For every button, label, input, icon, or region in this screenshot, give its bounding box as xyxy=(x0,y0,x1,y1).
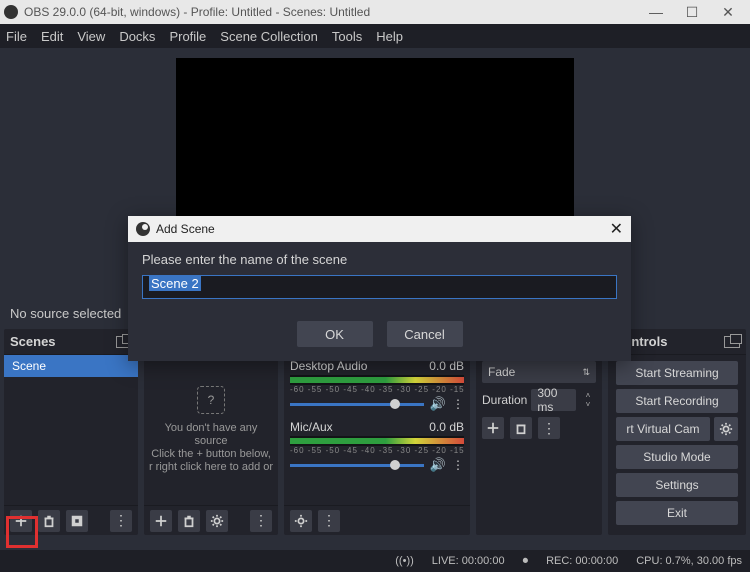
transition-more-button[interactable]: ⋮ xyxy=(538,417,560,439)
minimize-button[interactable]: — xyxy=(638,4,674,21)
maximize-button[interactable]: ☐ xyxy=(674,4,710,21)
gear-cog-icon xyxy=(294,514,308,528)
source-more-button[interactable]: ⋮ xyxy=(250,510,272,532)
menu-tools[interactable]: Tools xyxy=(332,29,362,44)
dialog-title: Add Scene xyxy=(156,222,215,236)
source-properties-button[interactable] xyxy=(206,510,228,532)
scenes-panel: Scenes Scene ⋮ xyxy=(4,329,138,535)
remove-source-button[interactable] xyxy=(178,510,200,532)
status-cpu: CPU: 0.7%, 30.00 fps xyxy=(636,555,742,567)
volume-slider[interactable] xyxy=(290,403,424,406)
sources-empty[interactable]: ? You don't have any source Click the + … xyxy=(144,355,278,505)
scene-item[interactable]: Scene xyxy=(4,355,138,377)
virtual-camera-button[interactable]: rt Virtual Cam xyxy=(616,417,710,441)
menu-edit[interactable]: Edit xyxy=(41,29,63,44)
add-transition-button[interactable] xyxy=(482,417,504,439)
scenes-title: Scenes xyxy=(10,334,56,349)
scene-more-button[interactable]: ⋮ xyxy=(110,510,132,532)
channel-more-button[interactable]: ⋮ xyxy=(452,397,464,411)
plus-icon xyxy=(154,514,168,528)
virtual-camera-settings-button[interactable] xyxy=(714,417,738,441)
question-icon: ? xyxy=(197,386,225,414)
add-source-button[interactable] xyxy=(150,510,172,532)
duration-input[interactable]: 300 ms xyxy=(531,389,576,411)
obs-logo-icon xyxy=(4,5,18,19)
speaker-icon[interactable]: 🔊 xyxy=(430,396,446,412)
channel-more-button[interactable]: ⋮ xyxy=(452,458,464,472)
start-recording-button[interactable]: Start Recording xyxy=(616,389,738,413)
audio-meter xyxy=(290,436,464,446)
mixer-more-button[interactable]: ⋮ xyxy=(318,510,340,532)
mixer-channel-mic: Mic/Aux0.0 dB -60 -55 -50 -45 -40 -35 -3… xyxy=(284,416,470,477)
remove-transition-button[interactable] xyxy=(510,417,532,439)
menubar: File Edit View Docks Profile Scene Colle… xyxy=(0,24,750,48)
window-controls: — ☐ ✕ xyxy=(638,4,746,21)
scene-filters-button[interactable] xyxy=(66,510,88,532)
cancel-button[interactable]: Cancel xyxy=(387,321,463,347)
chevron-updown-icon: ⇅ xyxy=(582,367,590,378)
scene-name-input[interactable]: Scene 2 xyxy=(142,275,617,299)
record-icon: ⏺ xyxy=(523,555,529,568)
menu-scene-collection[interactable]: Scene Collection xyxy=(220,29,318,44)
add-scene-button[interactable] xyxy=(10,510,32,532)
gear-icon xyxy=(719,422,733,436)
filters-icon xyxy=(70,514,84,528)
add-scene-dialog: Add Scene ✕ Please enter the name of the… xyxy=(128,216,631,361)
trash-icon xyxy=(182,514,196,528)
duration-spinner[interactable]: ˄˅ xyxy=(580,391,596,409)
plus-icon xyxy=(14,514,28,528)
remove-scene-button[interactable] xyxy=(38,510,60,532)
network-icon: ((•)) xyxy=(395,555,414,567)
titlebar: OBS 29.0.0 (64-bit, windows) - Profile: … xyxy=(0,0,750,24)
duration-label: Duration xyxy=(482,393,527,407)
menu-view[interactable]: View xyxy=(77,29,105,44)
menu-profile[interactable]: Profile xyxy=(169,29,206,44)
mixer-settings-button[interactable] xyxy=(290,510,312,532)
dialog-close-button[interactable]: ✕ xyxy=(610,219,623,239)
close-window-button[interactable]: ✕ xyxy=(710,4,746,21)
speaker-icon[interactable]: 🔊 xyxy=(430,457,446,473)
trash-icon xyxy=(514,421,528,435)
menu-file[interactable]: File xyxy=(6,29,27,44)
status-rec: REC: 00:00:00 xyxy=(546,555,618,567)
studio-mode-button[interactable]: Studio Mode xyxy=(616,445,738,469)
gear-icon xyxy=(210,514,224,528)
volume-slider[interactable] xyxy=(290,464,424,467)
ok-button[interactable]: OK xyxy=(297,321,373,347)
transition-type-select[interactable]: Fade ⇅ xyxy=(482,361,596,383)
plus-icon xyxy=(486,421,500,435)
statusbar: ((•)) LIVE: 00:00:00 ⏺ REC: 00:00:00 CPU… xyxy=(0,550,750,572)
mixer-channel-desktop: Desktop Audio0.0 dB -60 -55 -50 -45 -40 … xyxy=(284,355,470,416)
exit-button[interactable]: Exit xyxy=(616,501,738,525)
window-title: OBS 29.0.0 (64-bit, windows) - Profile: … xyxy=(24,5,370,19)
dialog-prompt: Please enter the name of the scene xyxy=(142,252,617,267)
menu-docks[interactable]: Docks xyxy=(119,29,155,44)
menu-help[interactable]: Help xyxy=(376,29,403,44)
status-live: LIVE: 00:00:00 xyxy=(432,555,505,567)
obs-logo-icon xyxy=(136,222,150,236)
audio-meter xyxy=(290,375,464,385)
start-streaming-button[interactable]: Start Streaming xyxy=(616,361,738,385)
trash-icon xyxy=(42,514,56,528)
settings-button[interactable]: Settings xyxy=(616,473,738,497)
popout-icon[interactable] xyxy=(724,336,740,348)
